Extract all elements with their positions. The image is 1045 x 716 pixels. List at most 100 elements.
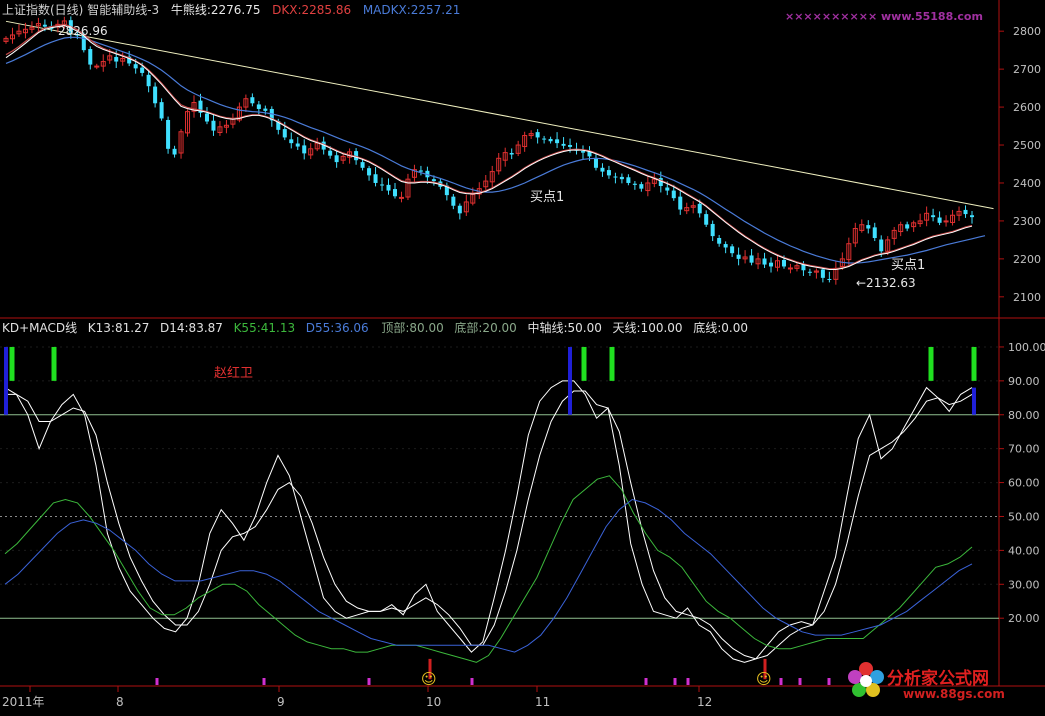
candle-body-up bbox=[398, 196, 404, 199]
candle-body-down bbox=[555, 139, 560, 144]
candle-body-down bbox=[730, 246, 735, 254]
candle-body-down bbox=[665, 187, 670, 191]
k55-label: K55:41.13 bbox=[233, 321, 296, 335]
signal-mark-magenta bbox=[673, 678, 677, 685]
candle-body-down bbox=[963, 209, 968, 215]
candle-body-down bbox=[360, 162, 365, 168]
top-header: 上证指数(日线) 智能辅助线-3 牛熊线:2276.75 DKX:2285.86… bbox=[2, 3, 460, 17]
candle-body-down bbox=[42, 24, 47, 27]
x-tick-label: 9 bbox=[277, 695, 285, 709]
x-tick-label: 12 bbox=[697, 695, 713, 709]
candle-body-down bbox=[380, 184, 385, 186]
candle-body-down bbox=[302, 145, 307, 154]
candle-body-down bbox=[392, 189, 398, 197]
price-tick-label: 2800 bbox=[1013, 25, 1041, 38]
candle-body-down bbox=[905, 224, 910, 229]
candle-body-down bbox=[133, 64, 138, 69]
candle-body-down bbox=[820, 269, 825, 278]
candle-body-down bbox=[736, 254, 741, 259]
candle-body-down bbox=[386, 184, 391, 191]
smiley-marker-1: ☺ bbox=[421, 670, 437, 688]
candle-body-down bbox=[781, 260, 786, 267]
ma-white-line bbox=[5, 24, 973, 270]
candle-body-down bbox=[723, 244, 728, 248]
indicator-tick-label: 80.00 bbox=[1008, 409, 1040, 422]
candle-body-down bbox=[542, 138, 547, 140]
signal-mark-magenta bbox=[262, 678, 266, 685]
signal-mark-magenta bbox=[155, 678, 159, 685]
signal-bar-green bbox=[9, 346, 15, 381]
signal-mark-magenta bbox=[644, 678, 648, 685]
candle-body-down bbox=[373, 174, 378, 183]
candle-body-down bbox=[619, 176, 624, 180]
indicator-tick-label: 90.00 bbox=[1008, 375, 1040, 388]
signal-bar-blue bbox=[972, 387, 976, 415]
k13-label: K13:81.27 bbox=[87, 321, 150, 335]
madkx-label: MADKX:2257.21 bbox=[362, 3, 461, 17]
candle-body-up bbox=[943, 220, 949, 223]
price-tick-label: 2700 bbox=[1013, 63, 1041, 76]
candle-body-down bbox=[509, 152, 514, 155]
price-tick-label: 2500 bbox=[1013, 139, 1041, 152]
smiley-marker-2: ☺ bbox=[756, 670, 772, 688]
index-title: 上证指数(日线) bbox=[2, 3, 84, 17]
x-tick-label: 10 bbox=[426, 695, 442, 709]
signal-bar-blue bbox=[4, 346, 8, 415]
candle-body-down bbox=[593, 157, 598, 168]
candle-body-down bbox=[295, 143, 300, 147]
low-price-label: ←2132.63 bbox=[856, 276, 916, 290]
candle-body-down bbox=[937, 217, 942, 223]
candle-body-down bbox=[580, 151, 586, 153]
floor-level-label: 底线:0.00 bbox=[693, 321, 748, 335]
candle-body-down bbox=[334, 155, 339, 163]
candle-body-down bbox=[166, 119, 171, 149]
candle-body-down bbox=[671, 190, 676, 199]
candle-body-up bbox=[94, 65, 100, 68]
bull-bear-label: 牛熊线:2276.75 bbox=[170, 3, 261, 17]
candle-body-down bbox=[250, 97, 255, 104]
bottom-level-label: 底部:20.00 bbox=[454, 321, 517, 335]
candle-body-down bbox=[872, 227, 877, 238]
watermark-top: ×××××××××× www.55188.com bbox=[785, 10, 983, 23]
buy-point-label-1: 买点1 bbox=[530, 190, 565, 205]
candle-body-down bbox=[710, 223, 715, 237]
grid-layer bbox=[0, 346, 999, 585]
dkx-label: DKX:2285.86 bbox=[272, 3, 352, 17]
buy-point-label-2: 买点1 bbox=[891, 258, 926, 273]
candle-body-down bbox=[548, 138, 553, 142]
indicator-header: KD+MACD线 K13:81.27 D14:83.87 K55:41.13 D… bbox=[2, 321, 748, 335]
candle-body-down bbox=[879, 239, 884, 252]
price-panel bbox=[3, 16, 994, 285]
watermark-bottom-cn: 分析家公式网 bbox=[887, 669, 989, 689]
watermark-bottom-url: www.88gs.com bbox=[903, 687, 1005, 701]
author-label: 赵红卫 bbox=[214, 366, 254, 381]
candle-body-down bbox=[717, 238, 722, 244]
candle-body-down bbox=[328, 150, 333, 156]
candle-body-down bbox=[211, 120, 216, 131]
candle-body-down bbox=[451, 196, 456, 206]
price-tick-label: 2300 bbox=[1013, 215, 1041, 228]
signal-mark-magenta bbox=[779, 678, 783, 685]
x-tick-label: 11 bbox=[535, 695, 551, 709]
signal-bar-green bbox=[971, 346, 977, 381]
candle-body-down bbox=[807, 271, 812, 273]
indicator-tick-label: 20.00 bbox=[1008, 612, 1040, 625]
series-line-d55 bbox=[4, 498, 973, 653]
indicator-tick-label: 60.00 bbox=[1008, 477, 1040, 490]
candle-body-down bbox=[418, 170, 423, 172]
candle-body-down bbox=[632, 183, 637, 185]
candle-body-down bbox=[535, 132, 540, 138]
candle-body-down bbox=[866, 225, 871, 229]
candle-body-down bbox=[172, 148, 177, 155]
indicator-panel bbox=[0, 346, 999, 685]
axis-layer: 2100 2200 2300 2400 2500 2600 2700 2800 20.00 30.… bbox=[29, 25, 1045, 692]
candle-body-down bbox=[153, 86, 158, 104]
signal-bar-green bbox=[928, 346, 934, 381]
chart-stage: 2100 2200 2300 2400 2500 2600 2700 2800 20.00 30.… bbox=[0, 0, 1045, 713]
ma-red-line bbox=[5, 23, 973, 270]
candle-body-down bbox=[88, 49, 93, 65]
candle-body-down bbox=[289, 139, 294, 144]
candle-body-down bbox=[762, 258, 767, 265]
price-tick-label: 2600 bbox=[1013, 101, 1041, 114]
candle-body-up bbox=[787, 267, 793, 270]
